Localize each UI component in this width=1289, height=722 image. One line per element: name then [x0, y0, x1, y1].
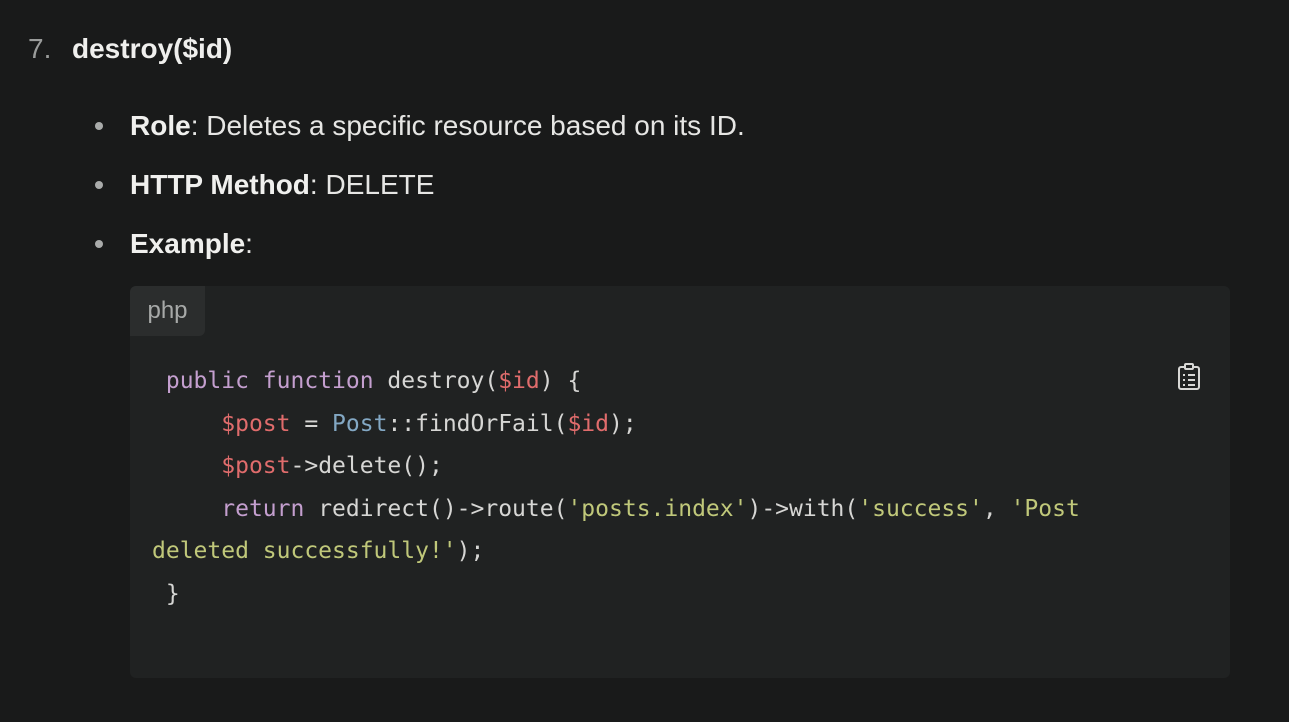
bullet-list: Role: Deletes a specific resource based … [92, 96, 745, 273]
code-token: } [152, 580, 180, 607]
code-line-2: $post = Post::findOrFail($id); [152, 410, 637, 437]
code-token: function [262, 368, 374, 394]
code-block: php public function destroy($id) { $post… [130, 286, 1230, 678]
code-line-4: return redirect()->route('posts.index')-… [152, 496, 1080, 522]
code-token: $id [498, 368, 540, 394]
code-token: 'posts.index' [567, 495, 748, 522]
code-line-3: $post->delete(); [152, 453, 443, 479]
code-token: public [152, 368, 249, 394]
bullet-key: Role [130, 109, 191, 141]
bullet-http-method: HTTP Method: DELETE [92, 155, 745, 214]
bullet-dot [95, 121, 103, 130]
bullet-role: Role: Deletes a specific resource based … [92, 96, 745, 155]
bullet-example: Example: [92, 214, 745, 273]
code-token: )->with( [747, 495, 859, 522]
bullet-separator: : [190, 109, 207, 141]
code-content: public function destroy($id) { $post = P… [152, 360, 1202, 615]
code-token: Post [332, 410, 388, 437]
code-token: ) { [539, 368, 582, 394]
code-token: return [221, 495, 305, 522]
code-token: ->delete(); [290, 453, 443, 479]
bullet-value: DELETE [325, 168, 435, 200]
code-line-1: public function destroy($id) { [152, 368, 581, 394]
step-title: destroy($id) [72, 33, 233, 64]
step-header: 7. destroy($id) [28, 30, 232, 68]
code-language-label: php [130, 286, 205, 336]
code-line-5: deleted successfully!'); [152, 538, 484, 564]
bullet-value: Deletes a specific resource based on its… [206, 109, 745, 141]
bullet-dot [95, 239, 103, 248]
code-token: deleted successfully!' [152, 538, 457, 564]
code-token: = [290, 410, 333, 437]
step-number: 7. [28, 33, 52, 64]
bullet-key: HTTP Method [130, 168, 310, 200]
code-token: , [982, 495, 1011, 522]
code-token: $post [221, 410, 291, 437]
code-line-6: } [152, 581, 180, 607]
code-token: $id [567, 410, 609, 437]
code-token: destroy( [373, 368, 499, 394]
bullet-separator: : [309, 168, 326, 200]
code-token: 'success' [858, 495, 983, 522]
code-token: ); [456, 538, 485, 564]
code-token: 'Post [1010, 495, 1080, 522]
code-token: ); [609, 410, 637, 437]
bullet-dot [95, 180, 103, 189]
bullet-key: Example [130, 227, 246, 259]
bullet-separator: : [245, 227, 253, 259]
code-token: $post [221, 453, 291, 479]
code-token: ::findOrFail( [387, 410, 568, 437]
code-token: redirect()->route( [304, 495, 568, 522]
